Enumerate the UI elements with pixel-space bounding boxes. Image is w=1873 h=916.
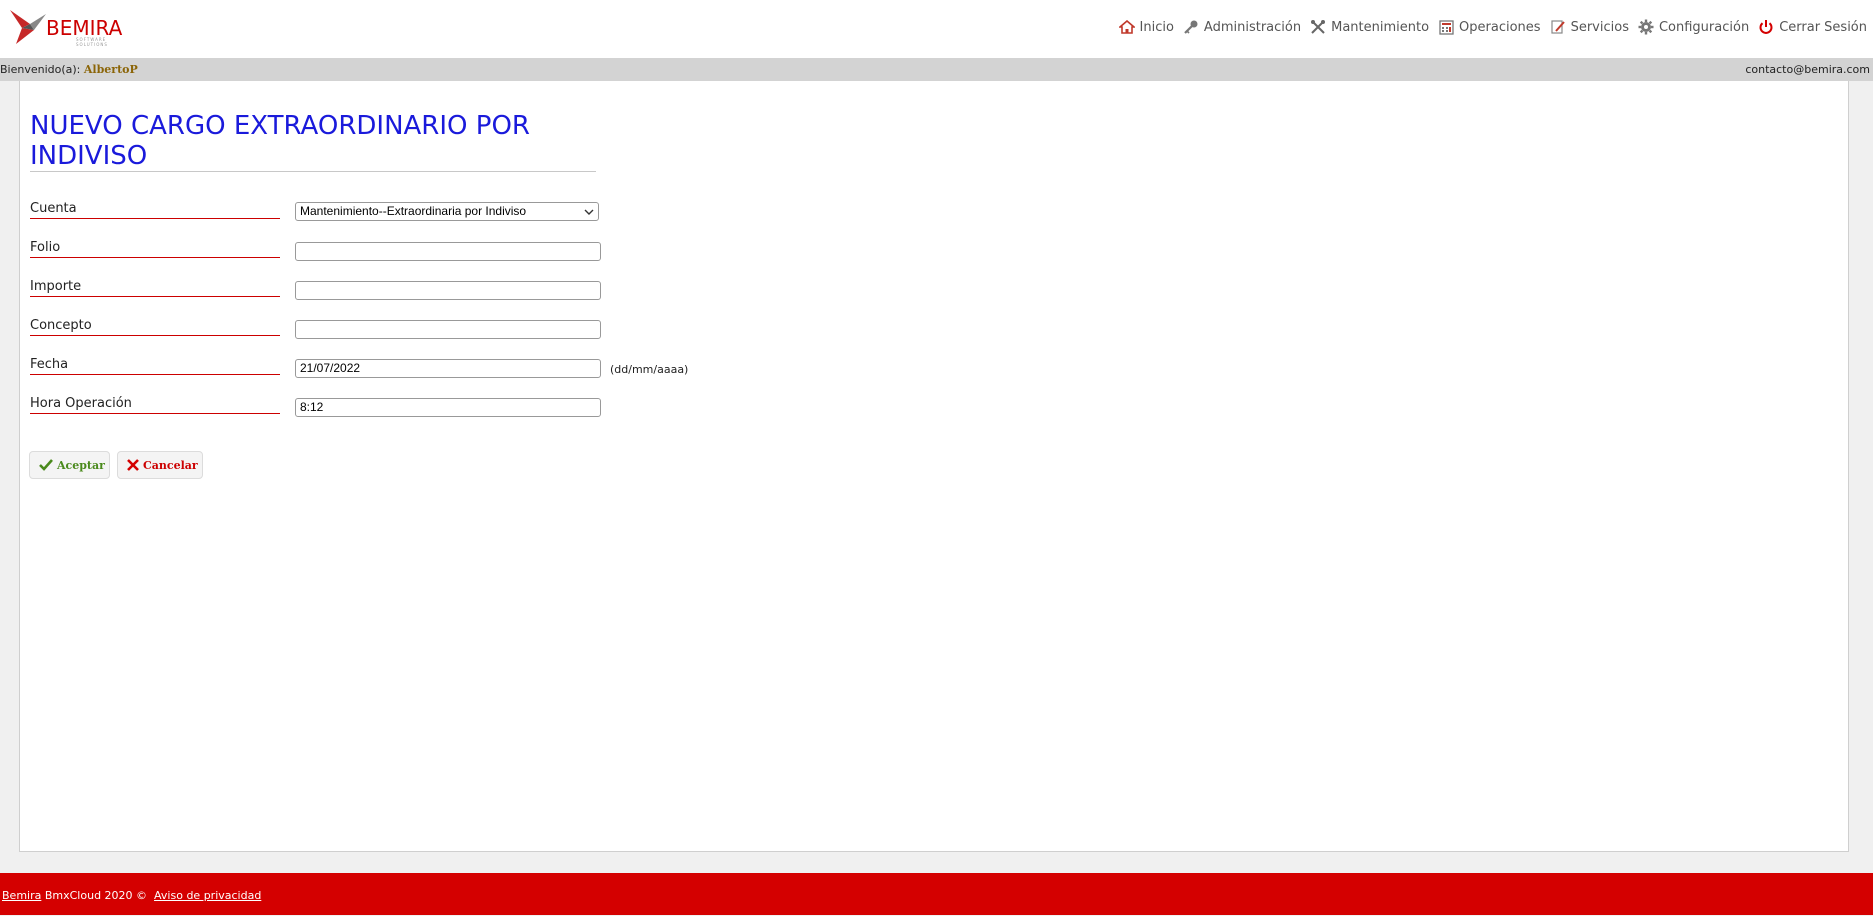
cuenta-label: Cuenta	[30, 201, 280, 219]
welcome-username: AlbertoP	[83, 63, 138, 76]
importe-row: Importe	[30, 279, 930, 300]
close-icon	[127, 459, 139, 471]
nav-cerrar-sesion[interactable]: Cerrar Sesión	[1757, 18, 1867, 36]
calculator-icon	[1437, 18, 1455, 36]
cuenta-row: Cuenta Mantenimiento--Extraordinaria por…	[30, 201, 930, 221]
footer: Bemira BmxCloud 2020 © Aviso de privacid…	[0, 873, 1873, 915]
power-icon	[1757, 18, 1775, 36]
key-icon	[1182, 18, 1200, 36]
welcome-message: Bienvenido(a): AlbertoP	[0, 63, 138, 76]
home-icon	[1118, 18, 1136, 36]
nav-servicios-label: Servicios	[1570, 19, 1629, 35]
bemira-logo[interactable]: BEMIRA SOFTWARE SOLUTIONS	[8, 6, 138, 52]
hora-row: Hora Operación 8:12	[30, 396, 930, 417]
checkmark-icon	[39, 459, 53, 471]
footer-copyright: BmxCloud 2020 ©	[41, 889, 151, 902]
concepto-label: Concepto	[30, 318, 280, 336]
gear-icon	[1637, 18, 1655, 36]
nav-inicio-label: Inicio	[1139, 19, 1174, 35]
page-title: NUEVO CARGO EXTRAORDINARIO POR INDIVISO	[30, 111, 596, 172]
concepto-input[interactable]	[295, 320, 601, 339]
main-nav: Inicio Administración Mantenimiento Oper…	[1118, 17, 1873, 37]
nav-configuracion-label: Configuración	[1658, 19, 1750, 35]
welcome-prefix: Bienvenido(a):	[0, 63, 81, 76]
cancel-button-label: Cancelar	[143, 458, 198, 472]
importe-input[interactable]	[295, 281, 601, 300]
fecha-input[interactable]: 21/07/2022	[295, 359, 601, 378]
logo-star-icon	[10, 10, 46, 44]
nav-mantenimiento[interactable]: Mantenimiento	[1309, 18, 1429, 36]
nav-administracion-label: Administración	[1203, 19, 1302, 35]
nav-operaciones[interactable]: Operaciones	[1437, 18, 1541, 36]
nav-servicios[interactable]: Servicios	[1549, 18, 1629, 36]
cuenta-selected-value: Mantenimiento--Extraordinaria por Indivi…	[300, 204, 527, 218]
nav-operaciones-label: Operaciones	[1459, 19, 1541, 35]
accept-button-label: Aceptar	[57, 458, 105, 472]
hora-label: Hora Operación	[30, 396, 280, 414]
importe-label: Importe	[30, 279, 280, 297]
cancel-button[interactable]: Cancelar	[117, 451, 203, 479]
folio-row: Folio	[30, 240, 930, 261]
contact-email: contacto@bemira.com	[1745, 63, 1870, 76]
concepto-row: Concepto	[30, 318, 930, 339]
welcome-bar: Bienvenido(a): AlbertoP contacto@bemira.…	[0, 58, 1873, 81]
fecha-row: Fecha 21/07/2022 (dd/mm/aaaa)	[30, 357, 930, 378]
header: BEMIRA SOFTWARE SOLUTIONS Inicio Adminis…	[0, 0, 1873, 58]
accept-button[interactable]: Aceptar	[29, 451, 110, 479]
fecha-label: Fecha	[30, 357, 280, 375]
folio-input[interactable]	[295, 242, 601, 261]
nav-administracion[interactable]: Administración	[1182, 18, 1301, 36]
logo-tagline: SOFTWARE SOLUTIONS	[76, 37, 108, 47]
nav-mantenimiento-label: Mantenimiento	[1331, 19, 1430, 35]
footer-bemira-link[interactable]: Bemira	[2, 889, 41, 902]
fecha-format-hint: (dd/mm/aaaa)	[610, 363, 689, 376]
chevron-down-icon	[584, 206, 594, 220]
cuenta-select[interactable]: Mantenimiento--Extraordinaria por Indivi…	[295, 202, 599, 221]
hora-input[interactable]: 8:12	[295, 398, 601, 417]
nav-cerrar-sesion-label: Cerrar Sesión	[1779, 19, 1867, 35]
nav-inicio[interactable]: Inicio	[1118, 18, 1174, 36]
footer-privacy-link[interactable]: Aviso de privacidad	[154, 889, 261, 902]
edit-icon	[1549, 18, 1567, 36]
footer-text: Bemira BmxCloud 2020 © Aviso de privacid…	[2, 889, 261, 902]
tools-icon	[1309, 18, 1327, 36]
folio-label: Folio	[30, 240, 280, 258]
nav-configuracion[interactable]: Configuración	[1637, 18, 1749, 36]
content-panel: NUEVO CARGO EXTRAORDINARIO POR INDIVISO …	[19, 81, 1849, 852]
